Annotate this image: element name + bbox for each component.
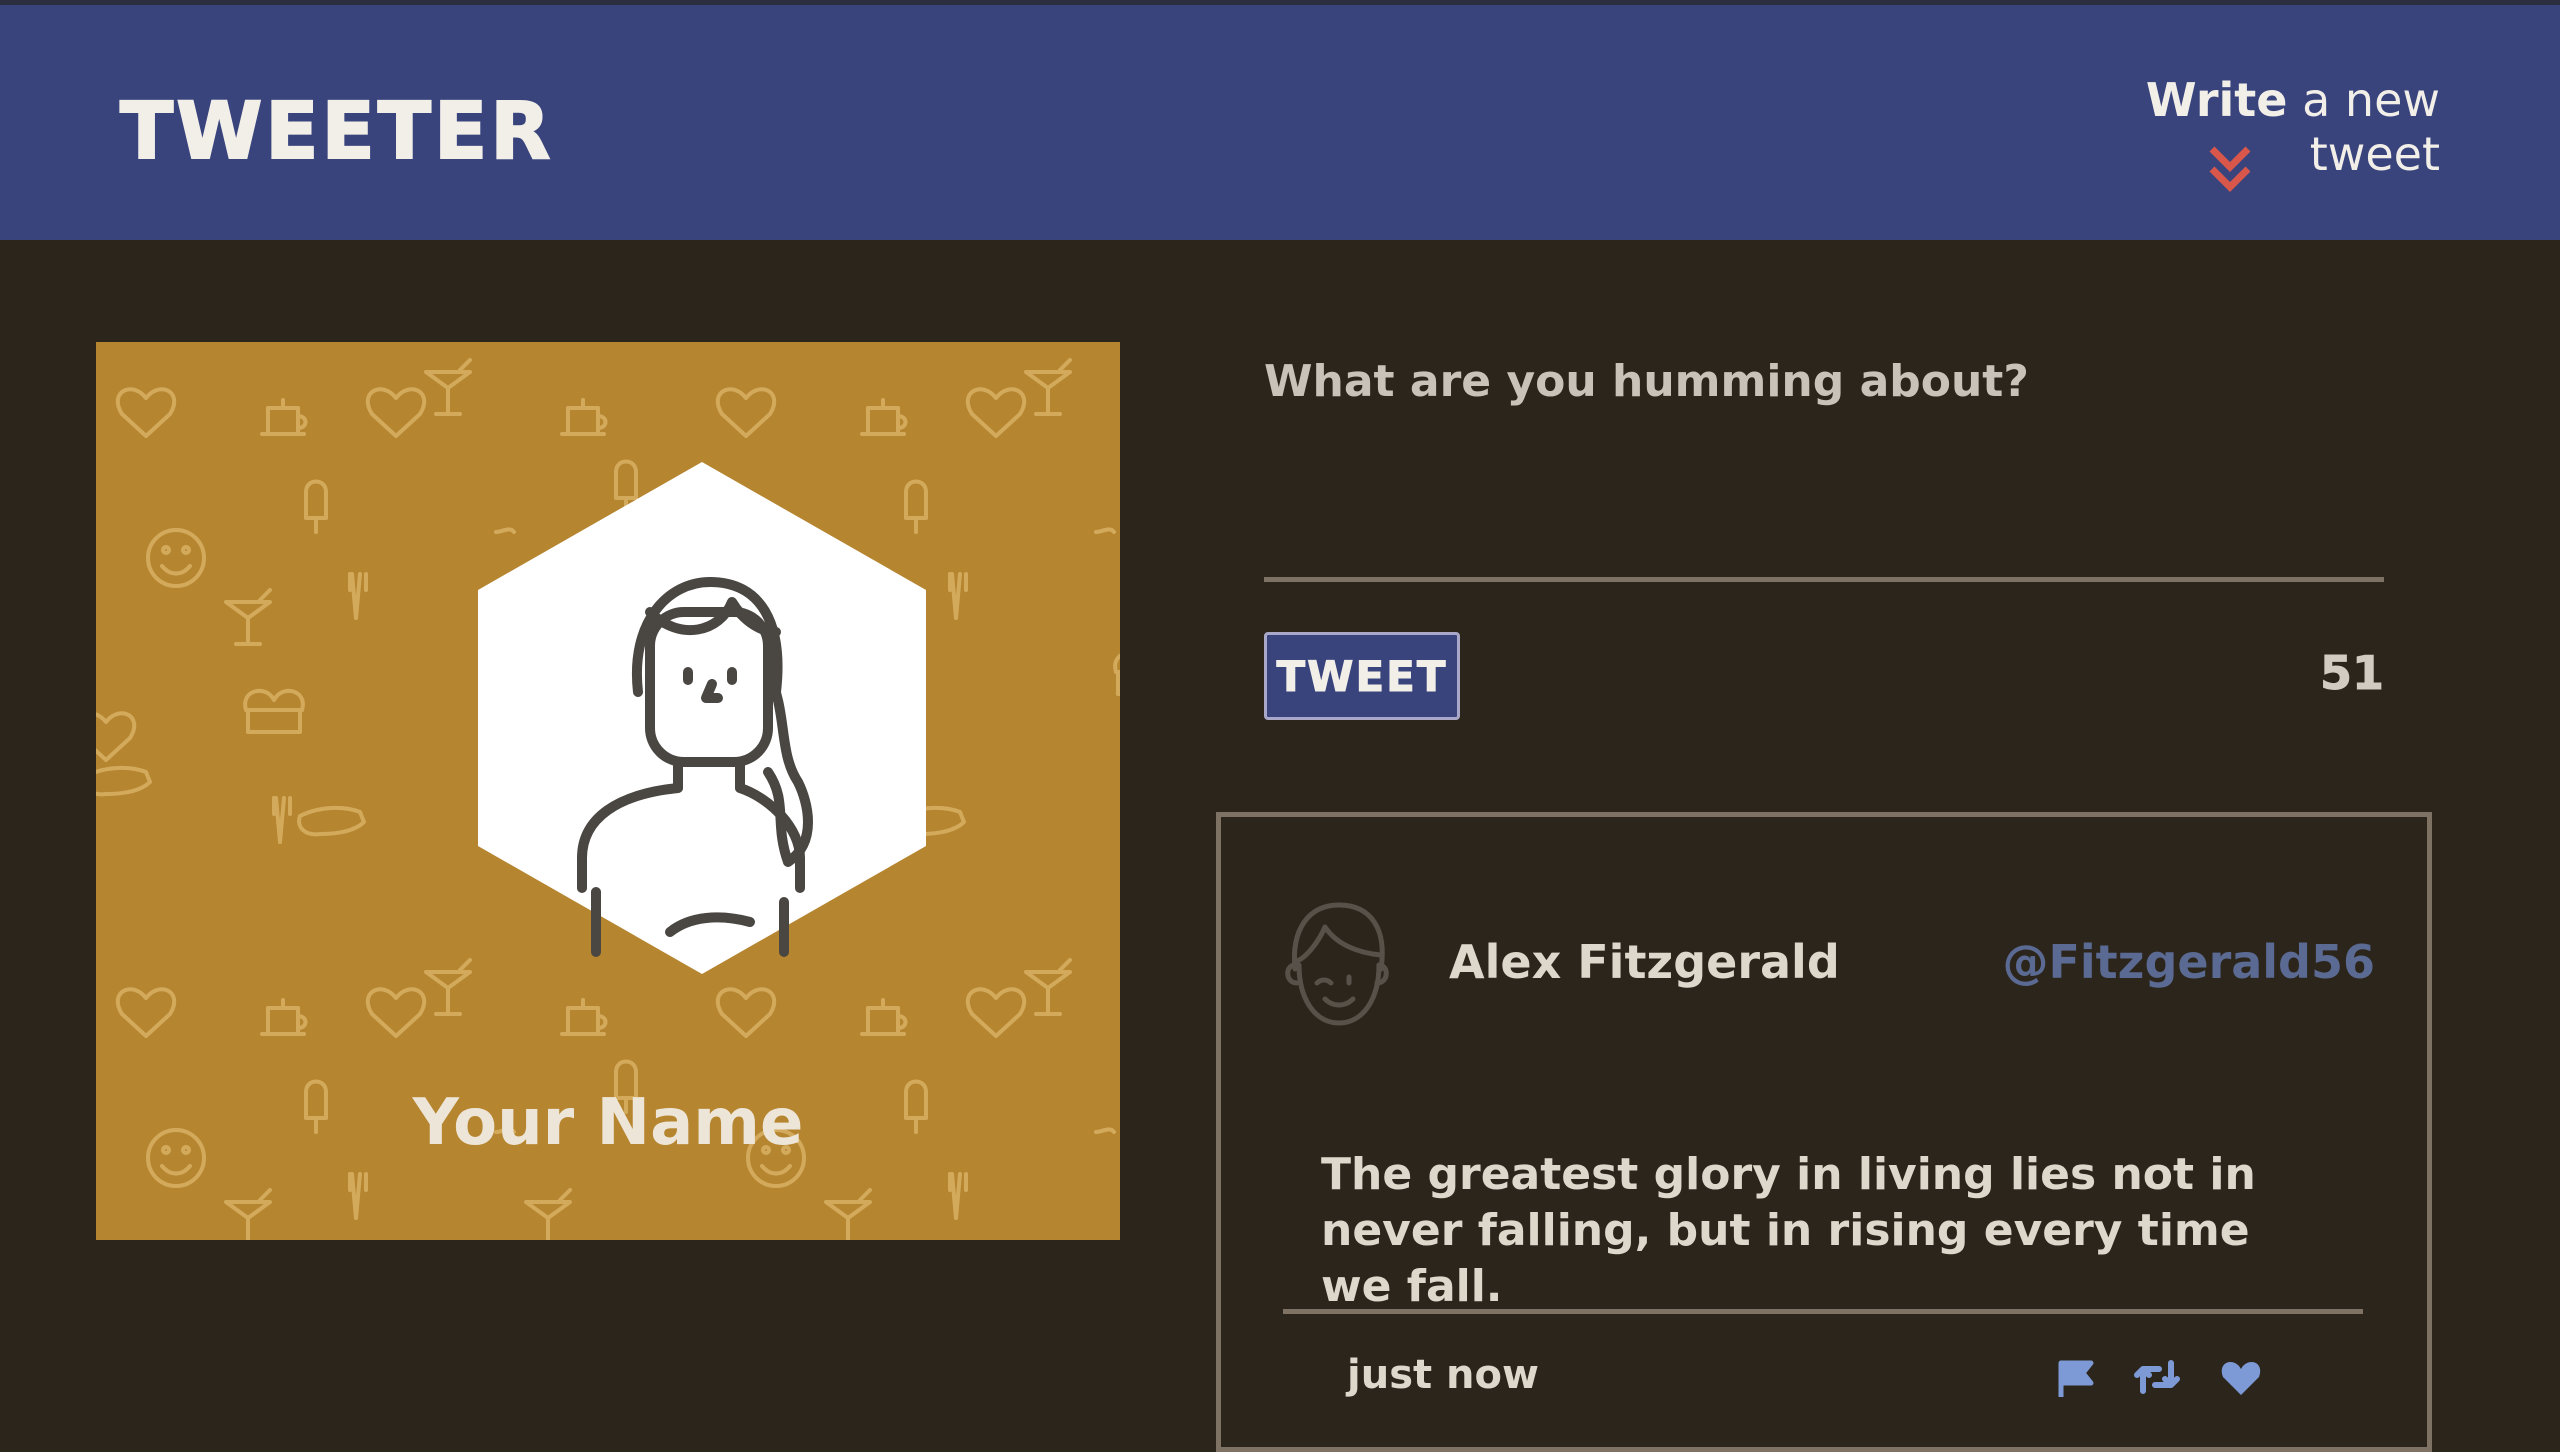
heart-icon[interactable] <box>2217 1357 2265 1397</box>
tweet-author-name: Alex Fitzgerald <box>1449 935 1840 989</box>
retweet-icon[interactable] <box>2133 1357 2181 1397</box>
compose-toggle-bold: Write <box>2145 73 2288 127</box>
tweet-input[interactable] <box>1264 342 2384 582</box>
flag-icon[interactable] <box>2053 1357 2101 1397</box>
tweet-divider <box>1283 1309 2363 1314</box>
woman-avatar-icon <box>478 462 926 974</box>
user-avatar-icon <box>1285 902 1389 1026</box>
character-counter: 51 <box>2319 646 2384 701</box>
navbar: TWEETER Write a new tweet <box>0 0 2560 240</box>
tweet-body: The greatest glory in living lies not in… <box>1321 1149 2256 1312</box>
compose-toggle-rest: a new tweet <box>2287 73 2440 181</box>
profile-card: Your Name <box>96 342 1120 1240</box>
brand-logo[interactable]: TWEETER <box>119 86 553 178</box>
tweet-card: Alex Fitzgerald @Fitzgerald56 The greate… <box>1216 812 2432 1452</box>
tweet-author-handle[interactable]: @Fitzgerald56 <box>2002 935 2375 989</box>
double-chevron-down-icon[interactable] <box>2206 143 2254 195</box>
tweet-submit-button[interactable]: TWEET <box>1264 632 1460 720</box>
tweet-timestamp: just now <box>1347 1352 1539 1398</box>
profile-name: Your Name <box>412 1086 804 1160</box>
